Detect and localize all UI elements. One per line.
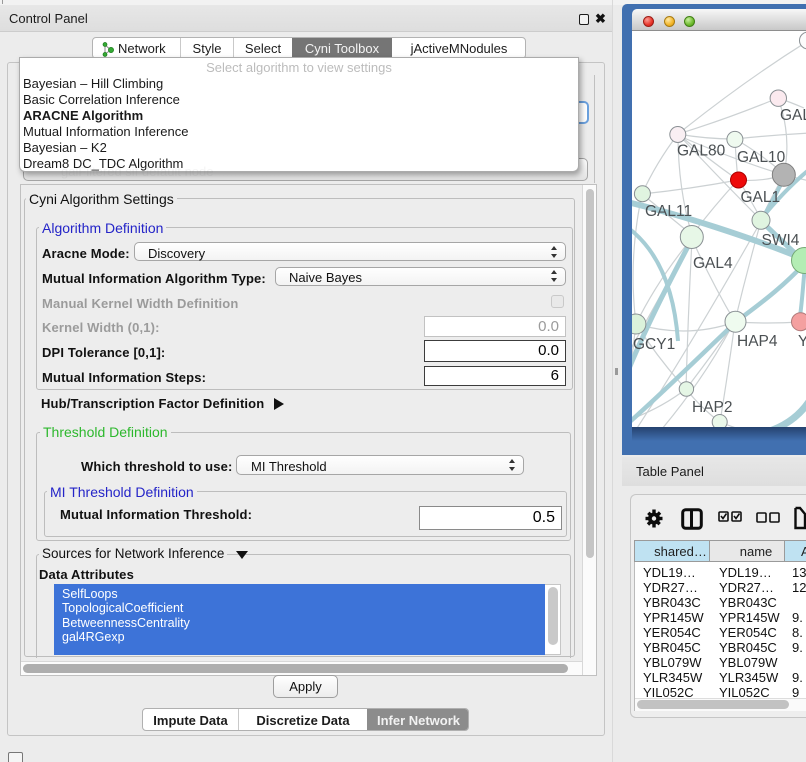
svg-text:GCY1: GCY1 [633,336,675,353]
svg-text:GAL7: GAL7 [780,107,806,124]
svg-text:GAL10: GAL10 [737,149,786,166]
svg-text:GAL1: GAL1 [741,189,781,206]
svg-text:HAP2: HAP2 [692,399,733,416]
svg-text:GAL4: GAL4 [693,255,733,272]
svg-text:GAL11: GAL11 [645,203,692,220]
svg-text:Y: Y [798,333,806,350]
svg-text:GAL80: GAL80 [677,143,726,160]
svg-text:HAP4: HAP4 [737,333,778,350]
svg-text:SWI4: SWI4 [762,232,800,249]
